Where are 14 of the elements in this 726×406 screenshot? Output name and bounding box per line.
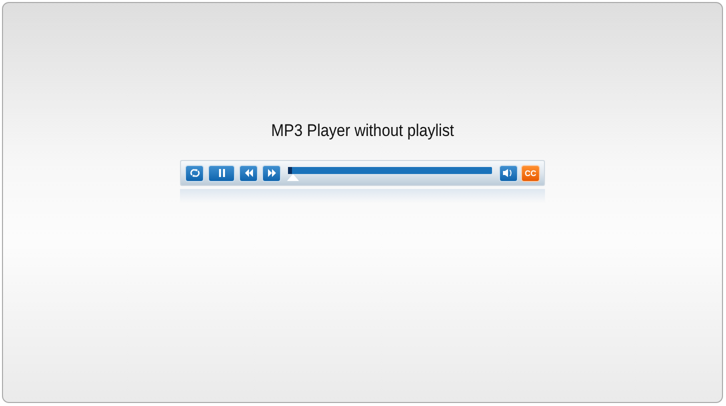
captions-button[interactable]: CC xyxy=(521,164,540,182)
previous-button[interactable] xyxy=(239,164,258,182)
next-button[interactable] xyxy=(262,164,281,182)
volume-button[interactable] xyxy=(499,164,518,182)
pause-button[interactable] xyxy=(208,164,235,182)
fast-forward-icon xyxy=(266,169,276,177)
repeat-icon xyxy=(190,169,200,177)
speaker-icon xyxy=(503,169,514,177)
rewind-icon xyxy=(244,169,254,177)
repeat-button[interactable] xyxy=(185,164,204,182)
progress-handle[interactable] xyxy=(287,174,300,181)
page-title: MP3 Player without playlist xyxy=(271,121,454,141)
pause-icon xyxy=(218,169,226,177)
progress-track[interactable] xyxy=(288,164,492,182)
